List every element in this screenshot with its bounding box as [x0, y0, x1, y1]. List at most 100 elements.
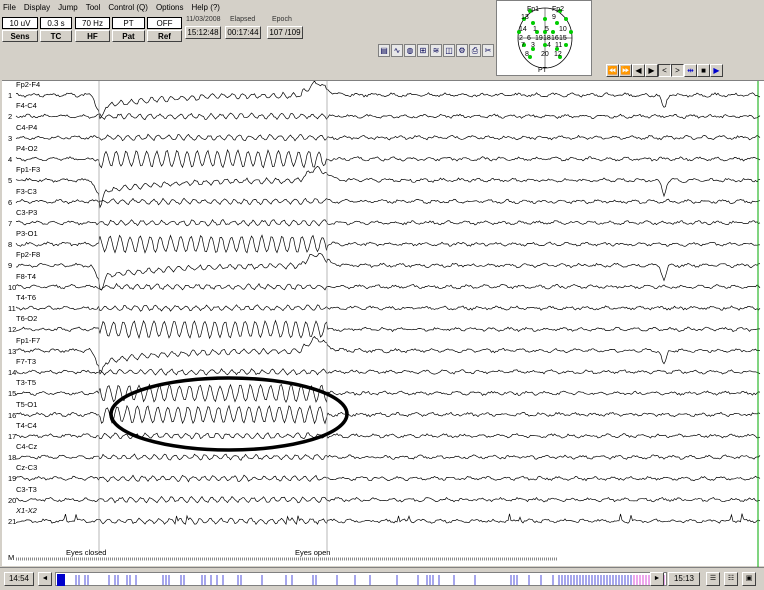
channel-label: Fp1-F3: [16, 165, 41, 175]
channel-label: T4-C4: [16, 420, 37, 430]
print-icon[interactable]: ⎙: [469, 44, 481, 57]
waveform-icon[interactable]: ∿: [391, 44, 403, 57]
channel-number: 14: [8, 367, 17, 377]
timeline-scrollbar[interactable]: [55, 572, 667, 586]
toolbar-icons: ▤ ∿ ◍ ⊞ ≋ ◫ ⚙ ⎙ ✂: [378, 44, 495, 58]
electrode-dot: [543, 17, 547, 21]
ref-value[interactable]: OFF: [147, 17, 182, 29]
electrode-fp2: Fp2: [552, 6, 565, 13]
eeg-trace: [15, 197, 761, 206]
hf-value[interactable]: 70 Hz: [75, 17, 110, 29]
fit-button[interactable]: ⇹: [684, 64, 697, 77]
hf-button[interactable]: HF: [75, 30, 110, 42]
electrode-dot: [531, 21, 535, 25]
stop-button[interactable]: ■: [697, 64, 710, 77]
menu-item-2[interactable]: Jump: [58, 3, 78, 12]
eeg-trace: [15, 404, 761, 425]
electrode-dot: [564, 43, 568, 47]
montage-number: 20: [541, 51, 549, 58]
channel-label: C4-Cz: [16, 442, 38, 452]
menu-item-3[interactable]: Tool: [86, 3, 101, 12]
montage-number: 1: [533, 26, 537, 33]
channel-label: P4-O2: [16, 143, 38, 153]
montage-number: 4: [547, 42, 551, 49]
cut-icon[interactable]: ✂: [482, 44, 494, 57]
channel-label: T3-T5: [16, 378, 37, 388]
electrode-dot: [564, 17, 568, 21]
channel-number: 17: [8, 431, 17, 441]
montage-number: 3: [531, 42, 535, 49]
scroll-left-button[interactable]: ◄: [38, 572, 52, 586]
channel-label: F4-C4: [16, 101, 37, 111]
elapsed-time: 00:17:44: [225, 26, 261, 39]
spectrum-icon[interactable]: ≋: [430, 44, 442, 57]
channel-label: C4-P4: [16, 122, 38, 132]
montage-number: 16: [551, 35, 559, 42]
pat-value[interactable]: PT: [112, 17, 145, 29]
channel-number: 15: [8, 389, 17, 399]
tc-button[interactable]: TC: [40, 30, 72, 42]
channel-label: F3-C3: [16, 186, 37, 196]
montage-icon[interactable]: ⊞: [417, 44, 429, 57]
forward-fast-button[interactable]: ⏩: [619, 64, 632, 77]
marker-row-label: M: [8, 553, 15, 562]
layout-icon-2[interactable]: ☷: [724, 572, 738, 586]
camera-icon[interactable]: ◫: [443, 44, 455, 57]
page-back-button[interactable]: <: [658, 64, 671, 77]
montage-head-view[interactable]: Fp1 Fp2 13 9 14 5 1 10 2 6 19 18 16 15 7 3 11 4 8 12 20 PT: [496, 0, 592, 76]
settings-icon[interactable]: ⚙: [456, 44, 468, 57]
sens-value[interactable]: 10 uV: [2, 17, 38, 29]
ref-button[interactable]: Ref: [147, 30, 182, 42]
eeg-trace: [15, 165, 761, 209]
screen-icon[interactable]: ▣: [742, 572, 756, 586]
channel-number: 20: [8, 495, 17, 505]
channel-number: 19: [8, 474, 17, 484]
channel-number: 1: [8, 91, 13, 100]
eeg-trace: [15, 335, 761, 375]
channel-number: 6: [8, 197, 13, 207]
layout-icon-1[interactable]: ☰: [706, 572, 720, 586]
channel-number: 11: [8, 304, 16, 313]
channel-number: 13: [8, 346, 17, 356]
channel-label: T6-O2: [16, 314, 38, 324]
eeg-trace: [15, 319, 760, 340]
channel-label: X1-X2: [16, 506, 37, 515]
montage-number: 12: [554, 51, 562, 58]
scroll-right-button[interactable]: ►: [650, 572, 664, 586]
eeg-trace: [15, 112, 761, 121]
eeg-trace-area[interactable]: 1 Fp2-F4 2 F4-C4 3 C4-P4 4 P4-O2 5 Fp1-F3 6 F3-C3 7 C…: [2, 80, 764, 567]
eeg-trace: [15, 81, 761, 120]
montage-number: 6: [527, 35, 531, 42]
timeline-thumb: [57, 574, 65, 586]
tc-value[interactable]: 0.3 s: [40, 17, 72, 29]
montage-number: 10: [559, 26, 567, 33]
pat-button[interactable]: Pat: [112, 30, 145, 42]
channel-number: 2: [8, 112, 13, 122]
globe-icon[interactable]: ◍: [404, 44, 416, 57]
prev-button[interactable]: ◀: [632, 64, 645, 77]
channel-label: Fp2-F4: [16, 80, 41, 89]
epoch-value: 107 /109: [267, 26, 303, 39]
channel-number: 9: [8, 261, 13, 271]
eeg-trace: [15, 218, 761, 227]
rewind-fast-button[interactable]: ⏪: [606, 64, 619, 77]
menu-item-5[interactable]: Options: [156, 3, 184, 12]
next-button[interactable]: ▶: [645, 64, 658, 77]
sens-button[interactable]: Sens: [2, 30, 38, 42]
save-icon[interactable]: ▤: [378, 44, 390, 57]
play-button[interactable]: ▶: [710, 64, 723, 77]
menu-item-6[interactable]: Help (?): [192, 3, 220, 12]
montage-number: 19: [535, 35, 543, 42]
page-forward-button[interactable]: >: [671, 64, 684, 77]
channel-label: P3-O1: [16, 229, 38, 239]
menu-item-0[interactable]: File: [3, 3, 16, 12]
electrode-dot: [551, 30, 555, 34]
menu-item-1[interactable]: Display: [24, 3, 50, 12]
channel-label: Fp2-F8: [16, 250, 41, 260]
channel-label: F8-T4: [16, 271, 37, 281]
electrode-fp1: Fp1: [527, 6, 540, 13]
channel-number: 7: [8, 218, 13, 228]
channel-number: 8: [8, 240, 13, 250]
menu-item-4[interactable]: Control (Q): [108, 3, 148, 12]
eeg-trace: [15, 252, 761, 291]
